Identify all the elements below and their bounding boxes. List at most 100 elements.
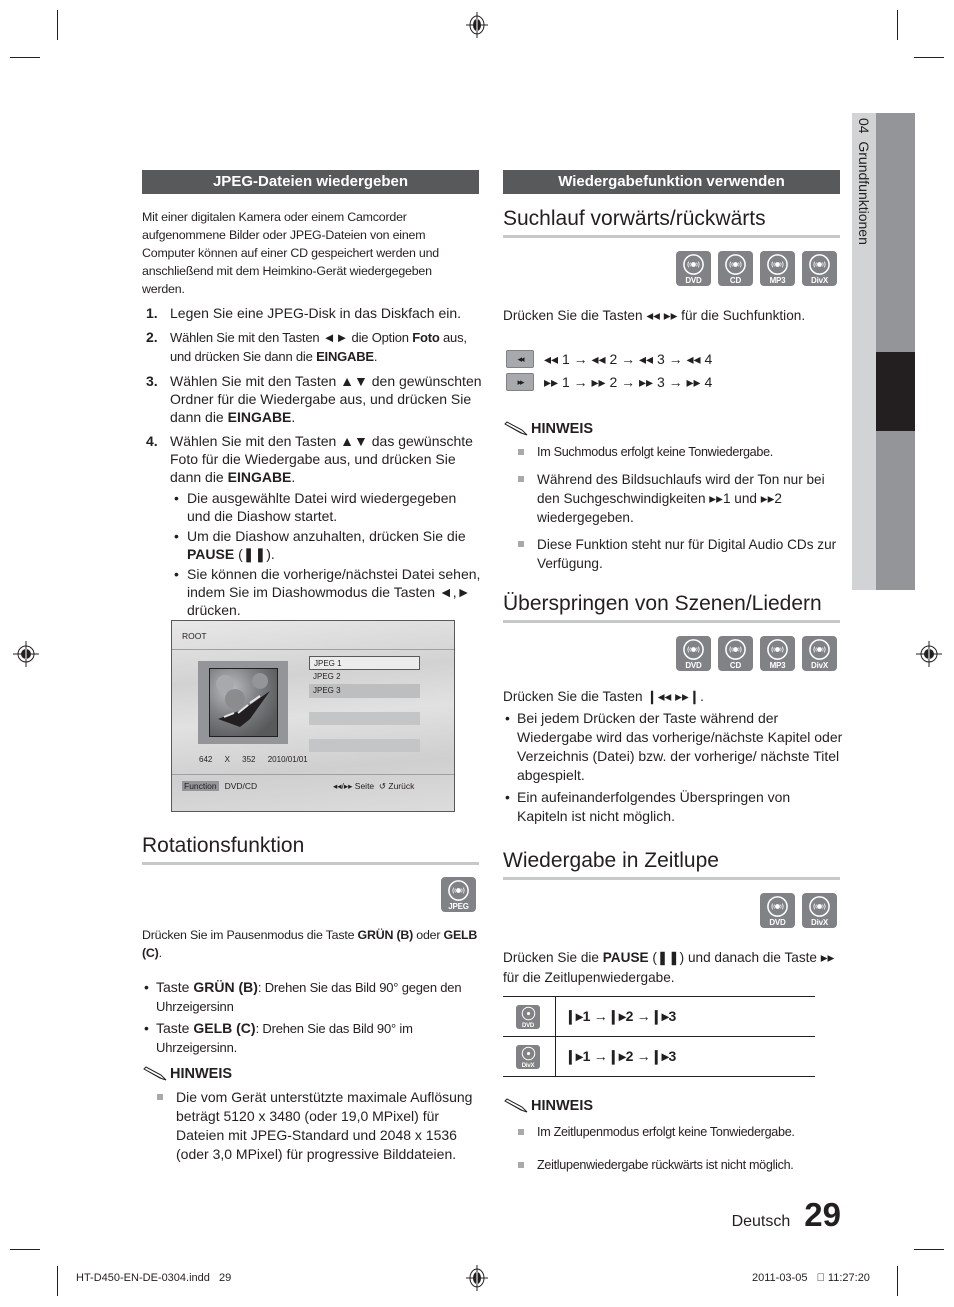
rewind-key-icon: ◂◂ <box>506 350 534 368</box>
instruction-text: Drücken Sie die <box>503 950 603 965</box>
disc-icons-skip: DVD CD MP3 DivX <box>676 636 837 671</box>
bullet-item: Ein aufeinanderfolgendes Überspringen vo… <box>503 788 843 826</box>
disc-cd-icon: CD <box>718 636 753 671</box>
section-banner-playback: Wiedergabefunktion verwenden <box>503 170 840 194</box>
crop-mark <box>10 57 40 58</box>
registration-mark-icon <box>916 641 942 667</box>
source-label: DVD/CD <box>224 781 258 791</box>
step-text: Wählen Sie mit den Tasten ▲▼ den gewünsc… <box>170 373 482 425</box>
pencil-icon <box>504 1098 528 1113</box>
slug-datetime: 2011-03-05 ￿ 11:27:20 <box>752 1272 870 1284</box>
skip-instruction: Drücken Sie die Tasten ❙◂◂ ▸▸❙. <box>503 689 704 704</box>
disc-mp3-icon: MP3 <box>760 251 795 286</box>
empty-slot <box>309 712 420 725</box>
slug-file: HT-D450-EN-DE-0304.indd 29 <box>76 1272 232 1284</box>
bullet-text: Um die Diashow anzuhalten, drücken Sie d… <box>187 528 466 544</box>
step-1: 1. Legen Sie eine JPEG-Disk in das Diskfa… <box>142 304 482 322</box>
disc-label: MP3 <box>769 276 786 285</box>
key-gelb: GELB (C) <box>193 1020 256 1036</box>
crop-mark <box>57 1266 58 1296</box>
note-item: Im Suchmodus erfolgt keine Tonwiedergabe… <box>503 443 843 462</box>
note-item: Die vom Gerät unterstützte maximale Aufl… <box>142 1088 482 1164</box>
bullet-text: Taste <box>156 1020 194 1036</box>
crop-mark <box>897 1266 898 1296</box>
search-row-rewind: ◂◂ ◂◂ 1 → ◂◂ 2 → ◂◂ 3 → ◂◂ 4 <box>506 350 712 368</box>
disc-mp3-icon: MP3 <box>760 636 795 671</box>
bullet-text: (❚❚). <box>234 546 275 562</box>
bullet-item: Die ausgewählte Datei wird wiedergegeben… <box>170 489 482 525</box>
disc-icons-slow: DVD DivX <box>760 893 837 928</box>
bullet-item: Sie können die vorherige/nächstei Datei … <box>170 565 482 619</box>
registration-mark-icon <box>466 1265 488 1291</box>
bullet-text: Taste <box>156 979 194 995</box>
note-item: Diese Funktion steht nur für Digital Aud… <box>503 535 843 573</box>
note-heading: HINWEIS <box>503 1098 593 1114</box>
step-number: 3. <box>146 373 158 389</box>
disc-label: MP3 <box>769 661 786 670</box>
page-hint: ◂◂/▸▸ Seite <box>333 781 375 791</box>
file-item-jpeg2[interactable]: JPEG 2 <box>309 670 420 684</box>
search-row-forward: ▸▸ ▸▸ 1 → ▸▸ 2 → ▸▸ 3 → ▸▸ 4 <box>506 373 712 391</box>
step-text: Wählen Sie mit den Tasten ▲▼ das gewünsc… <box>170 433 473 485</box>
step-4: 4. Wählen Sie mit den Tasten ▲▼ das gewün… <box>142 432 482 619</box>
back-hint: ↺ Zurück <box>378 781 415 791</box>
key-pause: PAUSE <box>187 546 235 562</box>
step-text-part: . <box>291 409 296 425</box>
disc-dvd-icon: DVD <box>676 251 711 286</box>
jpeg-browser-screenshot: ROOT JPEG 1 JPEG 2 JPEG 3 642 X 352 2010… <box>171 620 455 812</box>
image-date: 2010/01/01 <box>267 755 308 764</box>
disc-cd-icon: CD <box>718 251 753 286</box>
table-row: DivX ❙▸1 →❙▸2 →❙▸3 <box>503 1036 815 1077</box>
disc-dvd-icon: DVD <box>676 636 711 671</box>
function-button[interactable]: Function <box>182 781 219 791</box>
table-row: DVD ❙▸1 →❙▸2 →❙▸3 <box>503 996 815 1037</box>
file-item-jpeg1[interactable]: JPEG 1 <box>309 656 420 670</box>
heading-rotation: Rotationsfunktion <box>142 834 479 865</box>
heading-slow: Wiedergabe in Zeitlupe <box>503 849 840 880</box>
step-number: 4. <box>146 433 158 449</box>
jpeg-steps: 1. Legen Sie eine JPEG-Disk in das Diskfa… <box>142 304 482 625</box>
intro-text: Drücken Sie im Pausenmodus die Taste <box>142 928 358 942</box>
slow-notes: Im Zeitlupenmodus erfolgt keine Tonwiede… <box>503 1123 843 1183</box>
language-label: Deutsch <box>731 1213 791 1230</box>
butterfly-icon <box>216 673 270 727</box>
divider <box>172 774 454 775</box>
disc-label: DivX <box>811 918 828 927</box>
disc-label: DVD <box>769 918 786 927</box>
chapter-title: Grundfunktionen <box>856 141 872 245</box>
note-title: HINWEIS <box>170 1066 233 1082</box>
key-eingabe: EINGABE <box>227 409 292 425</box>
crop-mark <box>914 1249 944 1250</box>
screen-footer: Function DVD/CD <box>182 781 257 791</box>
rotation-intro: Drücken Sie im Pausenmodus die Taste GRÜ… <box>142 926 482 962</box>
jpeg-intro: Mit einer digitalen Kamera oder einem Ca… <box>142 210 439 296</box>
step-text-part: Wählen Sie mit den Tasten ▲▼ das gewünsc… <box>170 433 473 485</box>
heading-skip: Überspringen von Szenen/Liedern <box>503 592 840 623</box>
disc-label: DivX <box>811 661 828 670</box>
key-pause: PAUSE <box>602 950 649 965</box>
file-item-jpeg3[interactable]: JPEG 3 <box>309 684 420 698</box>
thumbnail-image <box>209 668 278 737</box>
option-foto: Foto <box>412 330 440 345</box>
table-cell-sequence: ❙▸1 →❙▸2 →❙▸3 <box>555 1036 815 1077</box>
key-gruen: GRÜN (B) <box>357 928 414 942</box>
disc-divx-icon: DivX <box>802 893 837 928</box>
step-number: 2. <box>146 329 158 345</box>
disc-divx-icon: DivX <box>516 1044 540 1069</box>
step-text-part: . <box>291 469 296 485</box>
slow-instruction: Drücken Sie die PAUSE (❚❚) und danach di… <box>503 948 843 988</box>
chapter-number: 04 <box>856 118 872 134</box>
step-text-part: . <box>373 349 378 364</box>
disc-label: CD <box>729 661 742 670</box>
step-4-bullets: Die ausgewählte Datei wird wiedergegeben… <box>170 489 482 619</box>
bullet-item: Taste GRÜN (B): Drehen Sie das Bild 90° … <box>142 978 477 1016</box>
step-number: 1. <box>146 305 158 321</box>
rotation-bullets: Taste GRÜN (B): Drehen Sie das Bild 90° … <box>142 978 477 1060</box>
note-item: Im Zeitlupenmodus erfolgt keine Tonwiede… <box>503 1123 843 1142</box>
key-eingabe: EINGABE <box>316 349 374 364</box>
slow-motion-table: DVD ❙▸1 →❙▸2 →❙▸3 DivX ❙▸1 →❙▸2 →❙▸3 <box>503 996 815 1077</box>
intro-text: . <box>158 946 162 960</box>
chapter-label: 04 Grundfunktionen <box>852 118 876 245</box>
disc-divx-icon: DivX <box>802 636 837 671</box>
screen-nav-hints: ◂◂/▸▸ Seite ↺ Zurück <box>333 781 414 792</box>
